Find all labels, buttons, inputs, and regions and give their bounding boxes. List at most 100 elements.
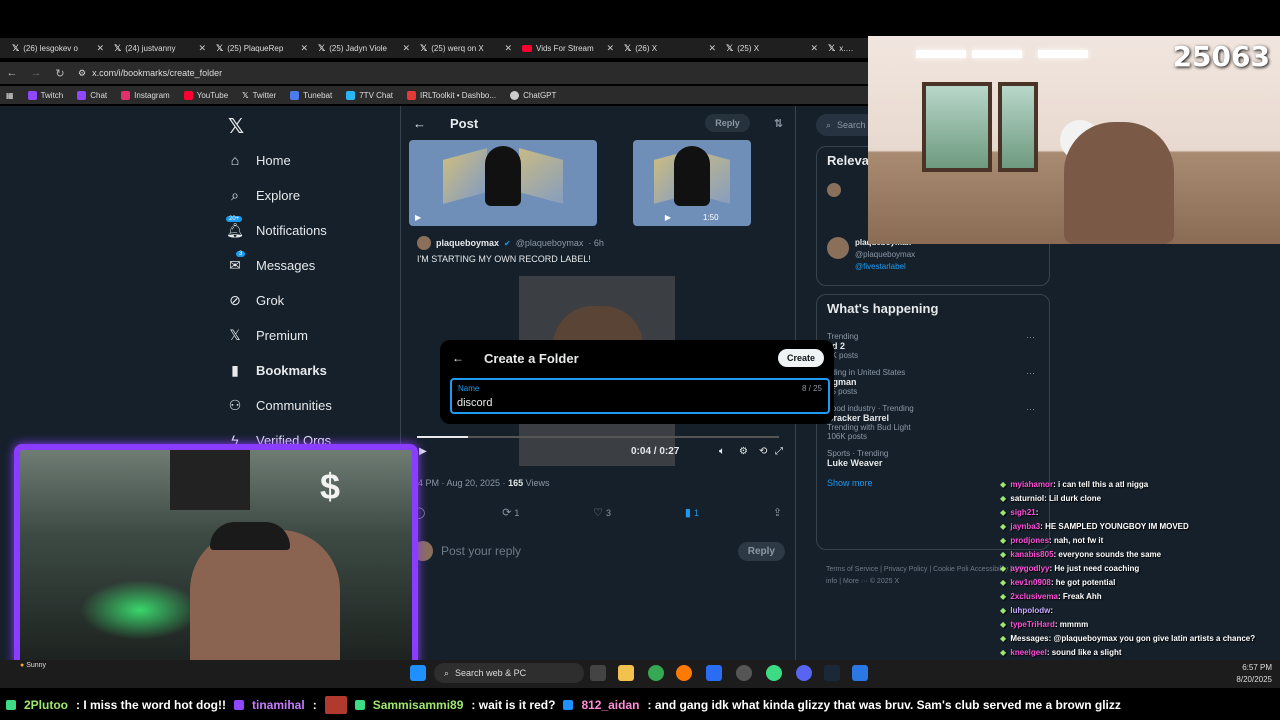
- task-view-icon[interactable]: [590, 665, 606, 681]
- back-arrow-icon[interactable]: ←: [0, 67, 24, 79]
- discord-icon[interactable]: [796, 665, 812, 681]
- firefox-icon[interactable]: [676, 665, 692, 681]
- media-video[interactable]: ▶ 1:50: [633, 140, 751, 226]
- reply-input[interactable]: Post your reply: [441, 544, 521, 558]
- browser-tab[interactable]: 𝕏 (25) PlaqueRep ✕: [210, 38, 312, 58]
- obs-icon[interactable]: [736, 665, 752, 681]
- chat-username[interactable]: jaynba3: [1010, 522, 1040, 531]
- close-icon[interactable]: ✕: [810, 43, 818, 54]
- browser-tab[interactable]: 𝕏 (25) Jadyn Viole ✕: [312, 38, 414, 58]
- more-icon[interactable]: ···: [1026, 368, 1035, 378]
- media-image[interactable]: ▶: [409, 140, 597, 226]
- weather-widget[interactable]: ● Sunny: [20, 662, 46, 669]
- chat-username[interactable]: kanabis805: [1010, 550, 1053, 559]
- close-icon[interactable]: ✕: [300, 43, 308, 54]
- like-action[interactable]: ♡ 3: [593, 506, 611, 519]
- close-icon[interactable]: ✕: [708, 43, 716, 54]
- browser-tab[interactable]: 𝕏x.com: [822, 38, 862, 58]
- chat-username[interactable]: saturniol: [1010, 494, 1044, 503]
- browser-tab[interactable]: 𝕏 (25) werq on X ✕: [414, 38, 516, 58]
- chat-username[interactable]: kneelgeel: [1010, 648, 1046, 657]
- site-info-icon[interactable]: ⚙: [78, 68, 86, 79]
- volume-icon[interactable]: 🔈︎: [719, 446, 725, 457]
- chat-username[interactable]: typeTriHard: [1010, 620, 1054, 629]
- xbox-icon[interactable]: [766, 665, 782, 681]
- avatar[interactable]: [417, 236, 431, 250]
- close-icon[interactable]: ✕: [96, 43, 104, 54]
- back-arrow-icon[interactable]: ←: [452, 351, 464, 365]
- footer-links[interactable]: Terms of Service | Privacy Policy | Cook…: [826, 564, 1026, 588]
- chat-username[interactable]: kev1n0908: [1010, 578, 1050, 587]
- loop-icon[interactable]: ⟲: [759, 446, 767, 457]
- bookmark-tunebat[interactable]: Tunebat: [290, 90, 332, 100]
- nav-premium[interactable]: 𝕏 Premium: [226, 327, 308, 344]
- bookmark-7tv-chat[interactable]: 7TV Chat: [346, 90, 393, 100]
- bookmark-irltoolkit[interactable]: IRLToolkit • Dashbo...: [407, 90, 496, 100]
- nav-explore[interactable]: ⌕ Explore: [226, 187, 300, 204]
- bookmark-youtube[interactable]: YouTube: [183, 90, 228, 100]
- file-explorer-icon[interactable]: [618, 665, 634, 681]
- share-action[interactable]: ⇪: [773, 506, 785, 519]
- bookmark-action[interactable]: ▮ 1: [685, 506, 699, 519]
- back-arrow-icon[interactable]: ←: [413, 116, 426, 131]
- taskbar-search[interactable]: ⌕ Search web & PC: [434, 663, 584, 683]
- chat-username[interactable]: Messages: [1010, 634, 1048, 643]
- trend-item[interactable]: nding in United States ngman 65 posts ··…: [817, 364, 1049, 400]
- filter-icon[interactable]: ⇅: [774, 117, 783, 130]
- nav-communities[interactable]: ⚇ Communities: [226, 397, 332, 414]
- fullscreen-icon[interactable]: ⤢: [775, 446, 783, 457]
- steam-icon[interactable]: [824, 665, 840, 681]
- nav-grok[interactable]: ⊘ Grok: [226, 292, 284, 309]
- nav-home[interactable]: ⌂ Home: [226, 152, 291, 168]
- nav-messages[interactable]: ✉ 3 Messages: [226, 251, 315, 274]
- bookmark-instagram[interactable]: Instagram: [121, 90, 170, 100]
- x-logo-icon[interactable]: 𝕏: [228, 114, 244, 139]
- windows-start-icon[interactable]: [410, 665, 426, 681]
- browser-tab[interactable]: 𝕏 (26) lesgokev o ✕: [6, 38, 108, 58]
- trend-item[interactable]: Sports · Trending Luke Weaver: [817, 445, 1049, 472]
- repost-action[interactable]: ⟳ 1: [502, 506, 519, 519]
- settings-icon[interactable]: ⚙: [739, 446, 748, 457]
- apps-grid-icon[interactable]: ▦: [6, 91, 14, 100]
- reload-icon[interactable]: ↻: [48, 67, 72, 80]
- chat-username[interactable]: ayygodlyy: [1010, 564, 1049, 573]
- system-clock[interactable]: 6:57 PM 8/20/2025: [1236, 662, 1272, 686]
- folder-name-input[interactable]: [457, 396, 817, 410]
- browser-tab[interactable]: Vids For Stream ✕: [516, 38, 618, 58]
- video-progress-bar[interactable]: [417, 436, 779, 438]
- close-icon[interactable]: ✕: [504, 43, 512, 54]
- avatar[interactable]: [827, 183, 841, 197]
- app-icon[interactable]: [852, 665, 868, 681]
- more-icon[interactable]: ···: [1026, 404, 1035, 414]
- create-button[interactable]: Create: [777, 349, 824, 367]
- chat-username[interactable]: prodjones: [1010, 536, 1049, 545]
- trend-item[interactable]: Food industry · Trending Cracker Barrel …: [817, 400, 1049, 445]
- play-icon[interactable]: ▶: [419, 446, 427, 457]
- bookmark-twitter[interactable]: 𝕏 Twitter: [242, 91, 276, 100]
- folder-name-field[interactable]: Name 8 / 25: [450, 378, 830, 414]
- browser-tab[interactable]: 𝕏 (24) justvanny ✕: [108, 38, 210, 58]
- chat-username[interactable]: 2xclusivema: [1010, 592, 1058, 601]
- browser-tab[interactable]: 𝕏 (26) X ✕: [618, 38, 720, 58]
- forward-arrow-icon[interactable]: →: [24, 67, 48, 79]
- close-icon[interactable]: ✕: [606, 43, 614, 54]
- bookmark-chatgpt[interactable]: ChatGPT: [510, 90, 556, 100]
- chat-username[interactable]: luhpolodw: [1010, 606, 1050, 615]
- bookmark-chat[interactable]: Chat: [77, 90, 107, 100]
- header-reply-button[interactable]: Reply: [705, 114, 750, 132]
- nav-notifications[interactable]: 🔔︎ 20+ Notifications: [226, 216, 327, 239]
- chrome-icon[interactable]: [648, 665, 664, 681]
- more-icon[interactable]: ···: [1026, 332, 1035, 342]
- author-name[interactable]: plaqueboymax: [436, 238, 499, 248]
- reply-button[interactable]: Reply: [737, 541, 785, 561]
- nav-bookmarks[interactable]: ▮ Bookmarks: [226, 362, 327, 379]
- url-field[interactable]: ⚙ x.com/i/bookmarks/create_folder: [78, 68, 222, 79]
- store-icon[interactable]: [706, 665, 722, 681]
- author-handle[interactable]: @plaqueboymax: [516, 238, 584, 248]
- trend-item[interactable]: Trending ed 2 5K posts ···: [817, 328, 1049, 364]
- close-icon[interactable]: ✕: [402, 43, 410, 54]
- browser-tab[interactable]: 𝕏 (25) X ✕: [720, 38, 822, 58]
- bookmark-twitch[interactable]: Twitch: [27, 90, 63, 100]
- close-icon[interactable]: ✕: [198, 43, 206, 54]
- chat-username[interactable]: sigh21: [1010, 508, 1035, 517]
